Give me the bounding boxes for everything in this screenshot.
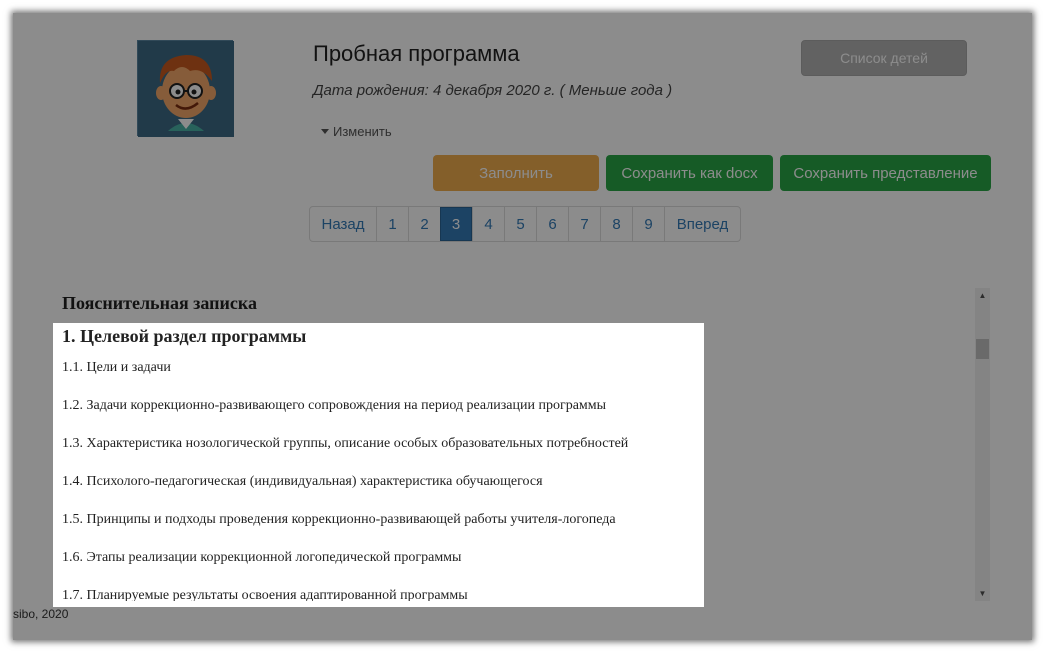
page-link-2[interactable]: 2	[408, 207, 440, 241]
list-item: 1.3. Характеристика нозологической групп…	[62, 436, 629, 451]
list-item: 1.7. Планируемые результаты освоения ада…	[62, 588, 468, 601]
page-link-9[interactable]: 9	[632, 207, 664, 241]
edit-label: Изменить	[333, 124, 392, 139]
edit-toggle[interactable]: Изменить	[321, 124, 392, 139]
list-item: 1.1. Цели и задачи	[62, 360, 171, 375]
page-link-7[interactable]: 7	[568, 207, 600, 241]
list-item: 1.6. Этапы реализации коррекционной лого…	[62, 550, 462, 565]
document-heading: Пояснительная записка	[62, 293, 258, 313]
arrow-up-icon[interactable]: ▲	[975, 288, 990, 303]
birth-date: Дата рождения: 4 декабря 2020 г. ( Меньш…	[313, 82, 673, 99]
page-link-3-active[interactable]: 3	[440, 207, 472, 241]
prev-page-link[interactable]: Назад	[310, 207, 376, 241]
page-title: Пробная программа	[313, 41, 520, 66]
save-view-button[interactable]: Сохранить представление	[780, 155, 991, 191]
fill-button[interactable]: Заполнить	[433, 155, 599, 191]
next-page-link[interactable]: Вперед	[664, 207, 740, 241]
page-link-1[interactable]: 1	[376, 207, 408, 241]
page-link-4[interactable]: 4	[472, 207, 504, 241]
save-docx-button[interactable]: Сохранить как docx	[606, 155, 773, 191]
app-window: Пробная программа Дата рождения: 4 декаб…	[13, 13, 1032, 640]
pagination: Назад 1 2 3 4 5 6 7 8 9 Вперед	[309, 206, 741, 242]
document-scrollbar[interactable]: ▲ ▼	[975, 288, 990, 601]
footer-copyright: sibo, 2020	[13, 607, 69, 621]
caret-down-icon	[321, 129, 329, 134]
page-link-5[interactable]: 5	[504, 207, 536, 241]
boy-avatar-icon	[138, 41, 234, 137]
section-title: 1. Целевой раздел программы	[62, 326, 307, 346]
scroll-thumb[interactable]	[976, 339, 989, 359]
list-item: 1.5. Принципы и подходы проведения корре…	[62, 512, 616, 527]
list-item: 1.2. Задачи коррекционно-развивающего со…	[62, 398, 607, 413]
page-link-8[interactable]: 8	[600, 207, 632, 241]
list-item: 1.4. Психолого-педагогическая (индивидуа…	[62, 474, 543, 489]
child-avatar	[137, 40, 234, 137]
document-content[interactable]: Пояснительная записка 1. Целевой раздел …	[53, 285, 988, 601]
kids-list-button[interactable]: Список детей	[801, 40, 967, 76]
arrow-down-icon[interactable]: ▼	[975, 586, 990, 601]
page-link-6[interactable]: 6	[536, 207, 568, 241]
